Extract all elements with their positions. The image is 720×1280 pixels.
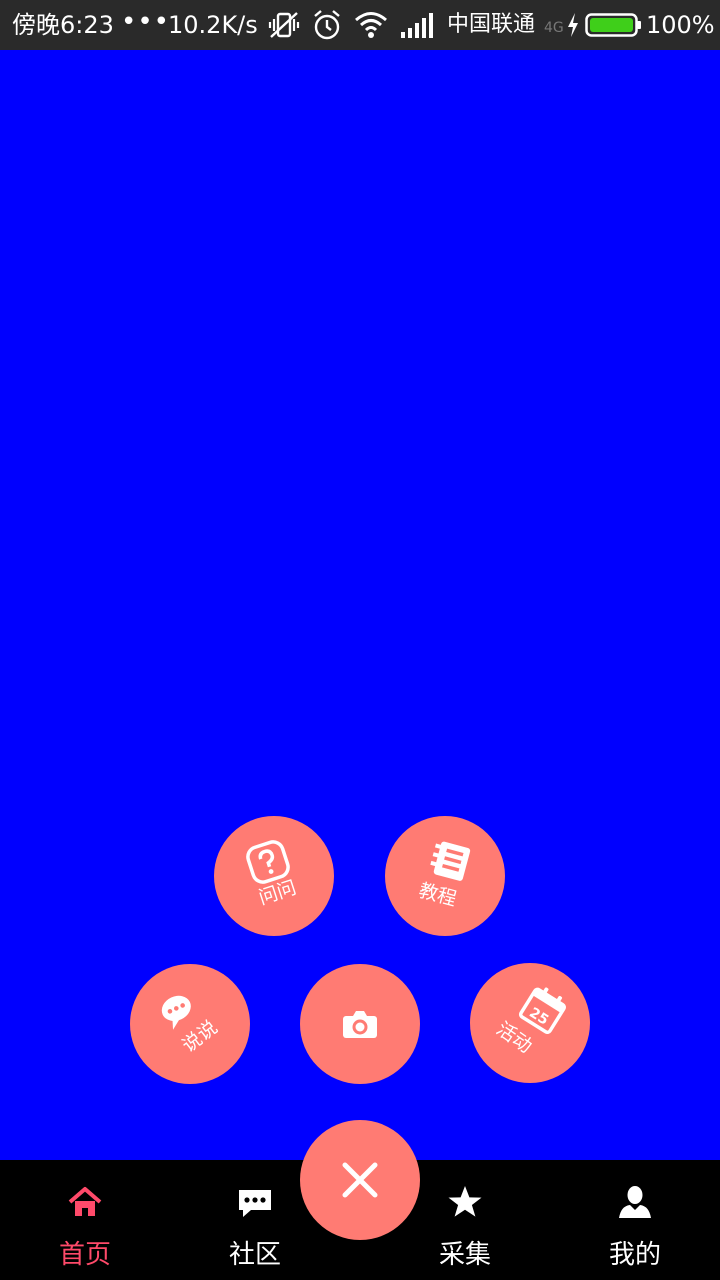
close-icon bbox=[342, 1162, 378, 1198]
calendar-day-number: 25 bbox=[526, 1005, 551, 1029]
nav-item-mine[interactable]: 我的 bbox=[575, 1160, 695, 1280]
nav-label-community: 社区 bbox=[228, 1240, 281, 1270]
charging-icon bbox=[566, 12, 580, 38]
status-carrier: 中国联通 bbox=[447, 12, 536, 37]
nav-item-community[interactable]: 社区 bbox=[195, 1160, 315, 1280]
activity-button[interactable]: 25 活动 bbox=[470, 963, 590, 1083]
star-icon bbox=[448, 1186, 482, 1217]
nav-item-home[interactable]: 首页 bbox=[25, 1160, 145, 1280]
nav-label-collect: 采集 bbox=[438, 1240, 491, 1270]
home-icon bbox=[68, 1187, 102, 1216]
user-icon bbox=[619, 1186, 651, 1218]
status-battery-level: 100% bbox=[646, 11, 715, 39]
tutorial-button[interactable]: 教程 bbox=[385, 816, 505, 936]
status-time: 傍晚6:23 bbox=[12, 11, 114, 39]
wifi-icon bbox=[354, 11, 388, 39]
close-menu-button[interactable] bbox=[300, 1120, 420, 1240]
status-network-type: 4G bbox=[544, 20, 564, 36]
chat-icon bbox=[239, 1190, 271, 1217]
ask-button[interactable]: 问问 bbox=[214, 816, 334, 936]
status-more-dots: ••• bbox=[121, 7, 171, 37]
notebook-icon bbox=[430, 841, 471, 881]
status-network-speed: 10.2K/s bbox=[168, 11, 258, 39]
vibrate-off-icon bbox=[268, 10, 300, 40]
camera-button[interactable] bbox=[300, 964, 420, 1084]
camera-icon bbox=[343, 1011, 377, 1038]
talk-button[interactable]: 说说 bbox=[130, 964, 250, 1084]
battery-icon bbox=[585, 12, 643, 38]
nav-label-mine: 我的 bbox=[608, 1240, 661, 1270]
alarm-icon bbox=[312, 9, 342, 41]
nav-item-collect[interactable]: 采集 bbox=[405, 1160, 525, 1280]
status-bar: 傍晚6:23 ••• 10.2K/s 中国联通 4G 100% bbox=[0, 0, 720, 50]
signal-icon bbox=[400, 13, 434, 39]
nav-label-home: 首页 bbox=[58, 1240, 111, 1270]
